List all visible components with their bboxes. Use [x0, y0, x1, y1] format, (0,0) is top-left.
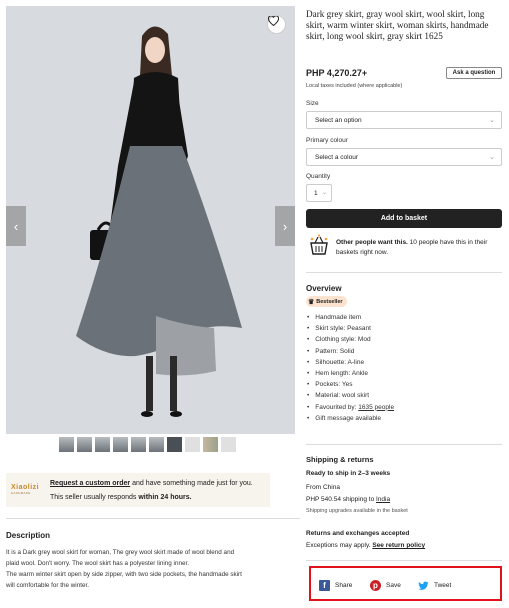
shipping-title: Shipping & returns [306, 455, 374, 464]
seller-banner: Xiaolizi HANDMADE Request a custom order… [6, 473, 270, 507]
colour-select[interactable]: Select a colour ⌄ [306, 148, 502, 166]
tweet-label: Tweet [434, 582, 452, 589]
heart-icon[interactable] [267, 15, 286, 34]
list-item: Pockets: Yes [307, 379, 394, 390]
chevron-right-icon[interactable]: › [275, 206, 295, 246]
description-title: Description [6, 531, 51, 540]
quantity-label: Quantity [306, 173, 331, 180]
description-line: The warm winter skirt open by side zippe… [6, 571, 242, 578]
ask-question-button[interactable]: Ask a question [446, 67, 502, 79]
custom-order-rest: and have something made just for you. [130, 480, 253, 487]
custom-order-text: Request a custom order and have somethin… [50, 480, 253, 487]
colour-label: Primary colour [306, 137, 348, 144]
bestseller-label: Bestseller [316, 298, 343, 305]
shipping-cost-text: PHP 540.54 shipping to [306, 496, 376, 503]
list-item: Pattern: Solid [307, 346, 394, 357]
add-to-basket-button[interactable]: Add to basket [306, 209, 502, 228]
chevron-down-icon: ⌄ [321, 190, 327, 196]
thumbnail[interactable] [203, 437, 218, 452]
colour-select-value: Select a colour [315, 153, 358, 161]
medal-icon: ♛ [308, 298, 315, 306]
response-time: within 24 hours. [138, 494, 192, 501]
demand-notice: Other people want this. 10 people have t… [336, 238, 502, 258]
list-item: Handmade item [307, 312, 394, 323]
list-item: Clothing style: Mod [307, 334, 394, 345]
list-item: Material: wool skirt [307, 390, 394, 401]
description-line: plaid wool. Don't worry. The wool skirt … [6, 560, 189, 567]
tax-note: Local taxes included (where applicable) [306, 83, 403, 89]
product-price: PHP 4,270.27+ [306, 68, 368, 78]
save-label: Save [386, 582, 401, 589]
shipping-cost: PHP 540.54 shipping to India [306, 496, 390, 503]
return-policy-link[interactable]: See return policy [372, 542, 425, 549]
product-title: Dark grey skirt, gray wool skirt, wool s… [306, 9, 489, 41]
product-image[interactable]: ‹ › [6, 6, 295, 434]
thumbnail[interactable] [167, 437, 182, 452]
request-custom-order-link[interactable]: Request a custom order [50, 480, 130, 487]
tweet-button[interactable]: Tweet [418, 580, 451, 591]
shop-logo[interactable]: Xiaolizi HANDMADE [11, 484, 39, 495]
pinterest-icon: p [370, 580, 381, 591]
list-item: Skirt style: Peasant [307, 323, 394, 334]
thumbnail[interactable] [185, 437, 200, 452]
thumbnail[interactable] [149, 437, 164, 452]
description-body: It is a Dark grey wool skirt for woman, … [6, 547, 300, 591]
skirt-photo [6, 6, 295, 434]
list-item: Favourited by: 1635 people [307, 402, 394, 413]
shop-logo-subtext: HANDMADE [11, 491, 31, 495]
list-item: Silhouette: A-line [307, 357, 394, 368]
favourited-label: Favourited by: [315, 403, 359, 411]
chevron-down-icon: ⌄ [489, 154, 495, 161]
shop-logo-text: Xiaolizi [11, 484, 40, 491]
ready-to-ship: Ready to ship in 2–3 weeks [306, 470, 391, 477]
favourited-link[interactable]: 1635 people [358, 404, 394, 411]
share-label: Share [335, 582, 353, 589]
description-line: will comfortable for the winter. [6, 582, 89, 589]
thumbnail[interactable] [221, 437, 236, 452]
response-time-text: This seller usually responds within 24 h… [50, 494, 192, 501]
demand-bold: Other people want this. [336, 239, 408, 246]
divider [306, 272, 502, 273]
thumbnail[interactable] [59, 437, 74, 452]
returns-prefix: Exceptions may apply. [306, 542, 373, 549]
divider [6, 518, 300, 519]
share-bar: f Share p Save Tweet [309, 566, 502, 601]
divider [306, 444, 502, 445]
thumbnail[interactable] [113, 437, 128, 452]
pinterest-save-button[interactable]: p Save [370, 580, 401, 591]
facebook-icon: f [319, 580, 330, 591]
quantity-select[interactable]: 1 ⌄ [306, 184, 332, 202]
bestseller-badge: ♛ Bestseller [306, 296, 347, 307]
overview-list: Handmade item Skirt style: Peasant Cloth… [307, 312, 394, 424]
size-label: Size [306, 100, 319, 107]
quantity-value: 1 [314, 189, 318, 197]
thumbnail-strip [59, 437, 236, 452]
ships-from: From China [306, 484, 340, 491]
divider [306, 560, 502, 561]
thumbnail[interactable] [95, 437, 110, 452]
shipping-destination-link[interactable]: India [376, 496, 390, 503]
shipping-upgrades: Shipping upgrades available in the baske… [306, 508, 408, 514]
thumbnail[interactable] [131, 437, 146, 452]
twitter-icon [418, 580, 429, 591]
returns-note: Exceptions may apply. See return policy [306, 542, 425, 549]
size-select-value: Select an option [315, 116, 362, 124]
size-select[interactable]: Select an option ⌄ [306, 111, 502, 129]
list-item: Hem length: Ankle [307, 368, 394, 379]
overview-title: Overview [306, 284, 342, 293]
description-line: It is a Dark grey wool skirt for woman, … [6, 549, 235, 556]
returns-title: Returns and exchanges accepted [306, 530, 410, 537]
response-prefix: This seller usually responds [50, 494, 139, 501]
list-item: Gift message available [307, 413, 394, 424]
basket-icon [308, 234, 330, 256]
thumbnail[interactable] [77, 437, 92, 452]
chevron-left-icon[interactable]: ‹ [6, 206, 26, 246]
chevron-down-icon: ⌄ [489, 117, 495, 124]
facebook-share-button[interactable]: f Share [319, 580, 352, 591]
